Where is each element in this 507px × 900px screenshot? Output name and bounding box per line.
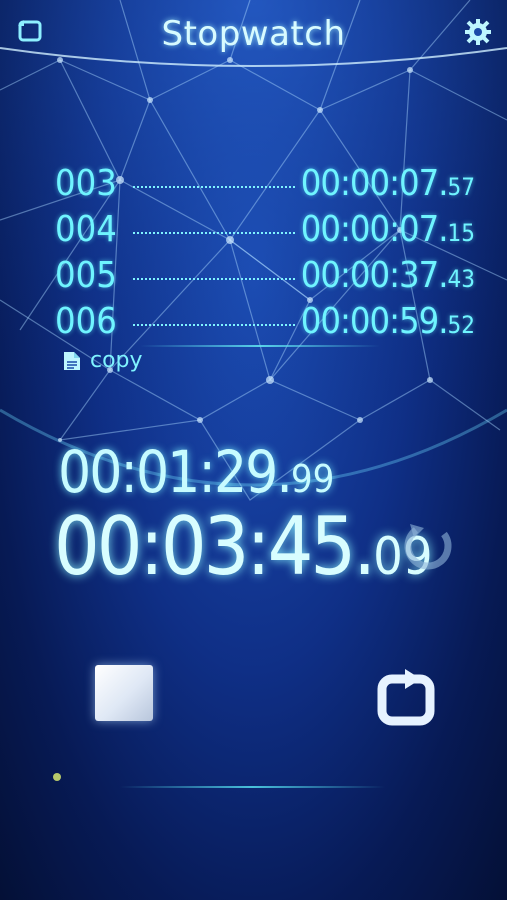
lap-number: 003 [55, 162, 117, 204]
stop-icon [95, 665, 153, 721]
reset-icon[interactable] [398, 514, 460, 576]
lap-leader-dots [133, 232, 295, 234]
lap-time: 00:00:07.15 [300, 208, 475, 250]
stop-button[interactable] [94, 664, 154, 722]
gear-icon[interactable] [460, 14, 496, 50]
lap-number: 004 [55, 208, 117, 250]
lap-leader-dots [133, 324, 295, 326]
top-bar: Stopwatch [0, 0, 507, 72]
copy-label: copy [90, 348, 143, 373]
list-item: 006 00:00:59.52 [55, 298, 475, 344]
lap-time: 00:00:59.52 [300, 300, 475, 342]
lap-time: 00:00:07.57 [300, 162, 475, 204]
total-timer: 00:03:45.09 [54, 500, 433, 593]
lap-leader-dots [133, 278, 295, 280]
lap-list: 003 00:00:07.57 004 00:00:07.15 005 00:0… [55, 160, 475, 344]
list-item: 004 00:00:07.15 [55, 206, 475, 252]
lap-leader-dots [133, 186, 295, 188]
copy-button[interactable]: copy [62, 348, 143, 373]
document-icon [64, 351, 80, 370]
lap-time: 00:00:37.43 [300, 254, 475, 296]
lap-repeat-icon [377, 669, 435, 726]
divider [120, 786, 385, 788]
lap-timer: 00:01:29.99 [58, 438, 335, 506]
page-title: Stopwatch [161, 14, 346, 54]
lap-number: 006 [55, 300, 117, 342]
divider [140, 345, 380, 347]
lap-number: 005 [55, 254, 117, 296]
indicator-dot [53, 773, 61, 781]
list-item: 003 00:00:07.57 [55, 160, 475, 206]
lap-button[interactable] [374, 666, 438, 728]
list-item: 005 00:00:37.43 [55, 252, 475, 298]
